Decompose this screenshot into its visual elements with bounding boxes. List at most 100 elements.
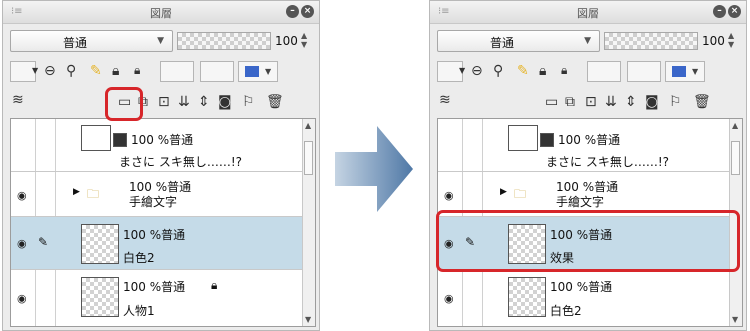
minimize-button[interactable]: – bbox=[713, 5, 726, 18]
layer-thumbnail bbox=[81, 224, 119, 264]
trash-icon[interactable]: 🗑︎ bbox=[266, 94, 284, 110]
layer-opacity-mode: 100 %普通 bbox=[550, 280, 613, 294]
mask-icon[interactable]: ⊖ bbox=[471, 63, 483, 79]
eye-icon[interactable]: ◉ bbox=[17, 237, 31, 250]
opacity-spinner[interactable]: ▲ ▼ bbox=[728, 31, 734, 49]
pencil-icon[interactable]: ✎ bbox=[38, 235, 48, 249]
reference-icon[interactable] bbox=[587, 61, 621, 82]
opacity-spinner[interactable]: ▲ ▼ bbox=[301, 31, 307, 49]
layer-row[interactable]: 100 %普通 まさに スキ無し……!? bbox=[438, 119, 731, 172]
minimize-button[interactable]: – bbox=[286, 5, 299, 18]
merge-down-icon[interactable]: ⇊ bbox=[605, 94, 617, 110]
trash-icon[interactable]: 🗑︎ bbox=[693, 94, 711, 110]
arrow-icon bbox=[335, 126, 413, 212]
scroll-thumb[interactable] bbox=[304, 141, 313, 175]
scroll-thumb[interactable] bbox=[731, 141, 740, 175]
mask-icon[interactable]: ⊖ bbox=[44, 63, 56, 79]
panel-title: 図層 bbox=[150, 7, 172, 20]
blend-mode-select[interactable]: 普通 ▼ bbox=[10, 30, 173, 52]
opacity-value[interactable]: 100 bbox=[275, 34, 298, 48]
chevron-down-icon: ▼ bbox=[157, 36, 164, 46]
layer-row[interactable]: ◉ 100 %普通 🔒︎ 人物1 bbox=[11, 270, 304, 326]
ruler-create-icon[interactable]: ⚐ bbox=[669, 94, 682, 110]
ruler-create-icon[interactable]: ⚐ bbox=[242, 94, 255, 110]
layer-opacity-mode: 100 %普通 bbox=[123, 228, 186, 242]
layer-row[interactable]: ◉ 100 %普通 白色2 bbox=[438, 270, 731, 326]
expand-arrow-icon[interactable]: ▶ bbox=[73, 187, 80, 197]
layer-name: 白色2 bbox=[550, 304, 582, 318]
new-vector-layer-icon[interactable]: ⧉ bbox=[565, 94, 575, 110]
layer-panel-after: ⁝≡ 図層 – × 普通 ▼ 100 ▲ ▼ ▼ ⊖ ⚲ ✎ 🔒︎ 🔒︎ ▼ ≋ … bbox=[429, 0, 747, 331]
layer-thumbnail bbox=[81, 125, 111, 151]
layer-panel-before: ⁝≡ 図層 – × 普通 ▼ 100 ▲ ▼ ▼ ⊖ ⚲ ✎ 🔒︎ 🔒︎ ▼ ≋ … bbox=[2, 0, 320, 331]
panel-title: 図層 bbox=[577, 7, 599, 20]
lock-icon[interactable]: 🔒︎ bbox=[539, 63, 546, 79]
panel-titlebar[interactable]: ⁝≡ 図層 – × bbox=[430, 1, 746, 24]
scroll-down-icon[interactable]: ▼ bbox=[305, 315, 311, 324]
eye-icon[interactable]: ◉ bbox=[17, 189, 31, 202]
lock-icon[interactable]: 🔒︎ bbox=[112, 63, 119, 79]
lock-transparent-icon[interactable]: 🔒︎ bbox=[561, 63, 567, 78]
folder-row[interactable]: ◉ ▶ 🗀 100 %普通 手繪文字 bbox=[11, 172, 304, 217]
lock-transparent-icon: 🔒︎ bbox=[211, 278, 218, 292]
lock-transparent-icon[interactable]: 🔒︎ bbox=[134, 63, 140, 78]
blend-mode-value: 普通 bbox=[63, 36, 88, 50]
layer-thumbnail bbox=[508, 277, 546, 317]
draft-icon[interactable] bbox=[200, 61, 234, 82]
stack-icon[interactable]: ≋ bbox=[439, 92, 451, 108]
layer-list: 100 %普通 まさに スキ無し……!? ◉ ▶ 🗀 100 %普通 手繪文字 … bbox=[10, 118, 316, 327]
opacity-slider[interactable] bbox=[177, 32, 271, 50]
scroll-up-icon[interactable]: ▲ bbox=[732, 121, 738, 130]
folder-icon: 🗀 bbox=[514, 187, 527, 201]
mask-create-icon[interactable]: ◙ bbox=[645, 94, 659, 110]
chevron-down-icon[interactable]: ▼ bbox=[32, 66, 38, 75]
opacity-value[interactable]: 100 bbox=[702, 34, 725, 48]
pencil-icon[interactable]: ✎ bbox=[517, 63, 529, 79]
layer-name: 手繪文字 bbox=[129, 195, 178, 209]
stack-icon[interactable]: ≋ bbox=[12, 92, 24, 108]
eye-icon[interactable]: ◉ bbox=[17, 292, 31, 305]
new-folder-icon[interactable]: ⊡ bbox=[585, 94, 597, 110]
new-folder-icon[interactable]: ⊡ bbox=[158, 94, 170, 110]
layer-row[interactable]: 100 %普通 まさに スキ無し……!? bbox=[11, 119, 304, 172]
blend-mode-select[interactable]: 普通 ▼ bbox=[437, 30, 600, 52]
toolbar-row-1: ▼ ⊖ ⚲ ✎ 🔒︎ 🔒︎ ▼ bbox=[10, 61, 316, 83]
highlight-new-layer-button bbox=[105, 87, 143, 121]
reference-icon[interactable] bbox=[160, 61, 194, 82]
layer-color-icon[interactable]: ▼ bbox=[665, 61, 705, 82]
chevron-down-icon[interactable]: ▼ bbox=[459, 66, 465, 75]
toolbar-row-1: ▼ ⊖ ⚲ ✎ 🔒︎ 🔒︎ ▼ bbox=[437, 61, 743, 83]
scroll-up-icon[interactable]: ▲ bbox=[305, 121, 311, 130]
layer-name: 人物1 bbox=[123, 304, 155, 318]
new-raster-layer-icon[interactable]: ▭ bbox=[545, 94, 558, 110]
layer-thumbnail bbox=[81, 277, 119, 317]
scrollbar[interactable]: ▲ ▼ bbox=[302, 119, 315, 326]
layer-name: 白色2 bbox=[123, 251, 155, 265]
ruler-icon[interactable]: ⚲ bbox=[493, 63, 503, 79]
merge-icon[interactable]: ⇕ bbox=[198, 94, 210, 110]
merge-down-icon[interactable]: ⇊ bbox=[178, 94, 190, 110]
blend-mode-value: 普通 bbox=[490, 36, 515, 50]
chevron-down-icon: ▼ bbox=[584, 36, 591, 46]
layer-thumbnail bbox=[508, 125, 538, 151]
draft-icon[interactable] bbox=[627, 61, 661, 82]
layer-name: まさに スキ無し……!? bbox=[119, 155, 242, 169]
opacity-slider[interactable] bbox=[604, 32, 698, 50]
mask-create-icon[interactable]: ◙ bbox=[218, 94, 232, 110]
merge-icon[interactable]: ⇕ bbox=[625, 94, 637, 110]
layer-color-icon[interactable]: ▼ bbox=[238, 61, 278, 82]
layer-thumbnail bbox=[540, 133, 554, 147]
eye-icon[interactable]: ◉ bbox=[444, 292, 458, 305]
close-button[interactable]: × bbox=[728, 5, 741, 18]
pencil-icon[interactable]: ✎ bbox=[90, 63, 102, 79]
expand-arrow-icon[interactable]: ▶ bbox=[500, 187, 507, 197]
scroll-down-icon[interactable]: ▼ bbox=[732, 315, 738, 324]
layer-opacity-mode: 100 %普通 bbox=[558, 133, 621, 147]
ruler-icon[interactable]: ⚲ bbox=[66, 63, 76, 79]
panel-titlebar[interactable]: ⁝≡ 図層 – × bbox=[3, 1, 319, 24]
eye-icon[interactable]: ◉ bbox=[444, 189, 458, 202]
layer-row-selected[interactable]: ◉ ✎ 100 %普通 白色2 bbox=[11, 217, 304, 270]
layer-opacity-mode: 100 %普通 bbox=[131, 133, 194, 147]
highlight-new-layer-row bbox=[436, 210, 740, 272]
close-button[interactable]: × bbox=[301, 5, 314, 18]
